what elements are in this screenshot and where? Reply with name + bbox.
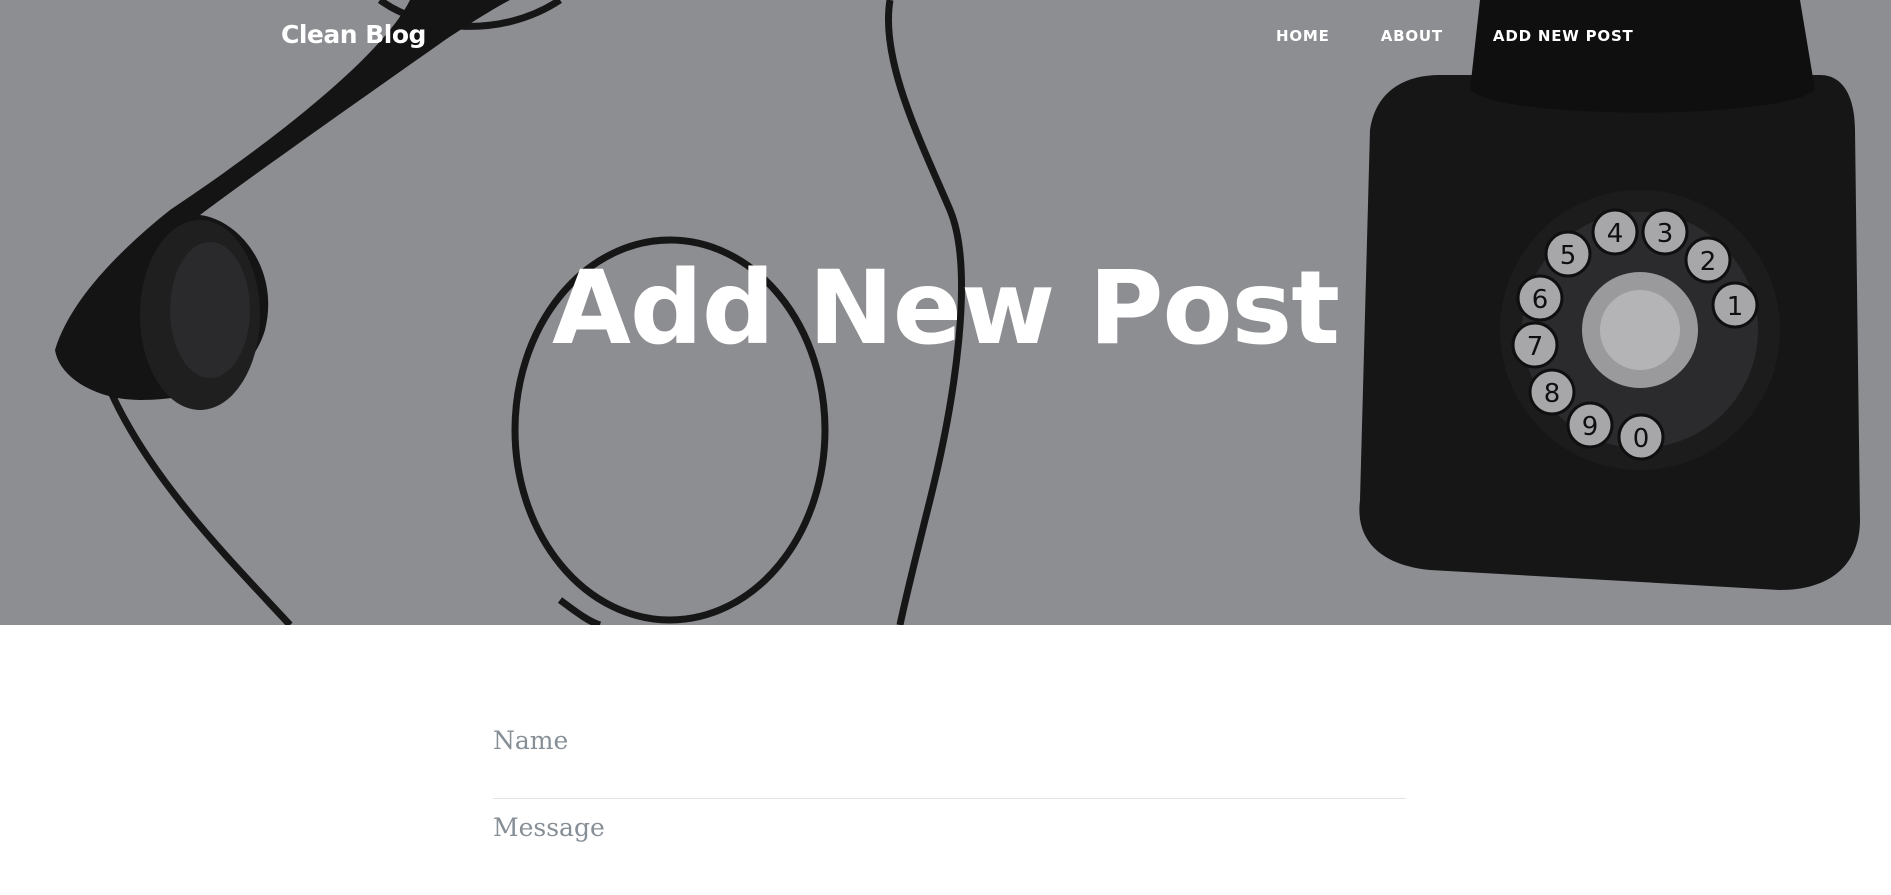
name-field-group (493, 625, 1406, 799)
main-content (0, 625, 1891, 895)
svg-text:0: 0 (1633, 424, 1650, 454)
svg-text:9: 9 (1582, 412, 1599, 442)
new-post-form (493, 625, 1406, 895)
svg-text:3: 3 (1657, 219, 1674, 249)
message-field-group (493, 799, 1406, 895)
navbar: Clean Blog HOME ABOUT ADD NEW POST (0, 0, 1891, 74)
nav-item-about: ABOUT (1381, 27, 1493, 46)
brand-logo-link[interactable]: Clean Blog (281, 20, 426, 49)
name-input[interactable] (493, 720, 1406, 760)
nav-link-add-new-post[interactable]: ADD NEW POST (1493, 27, 1634, 45)
nav-link-home[interactable]: HOME (1276, 27, 1330, 45)
nav-links: HOME ABOUT ADD NEW POST (1276, 27, 1634, 46)
nav-item-home: HOME (1276, 27, 1381, 46)
page-title: Add New Post (551, 249, 1340, 368)
masthead: 1 2 3 4 5 6 7 8 9 0 Clean Blog HOME ABOU… (0, 0, 1891, 625)
nav-item-add-new-post: ADD NEW POST (1493, 27, 1634, 46)
svg-text:4: 4 (1607, 219, 1624, 249)
message-textarea[interactable] (493, 803, 1406, 863)
svg-text:8: 8 (1544, 379, 1561, 409)
nav-link-about[interactable]: ABOUT (1381, 27, 1443, 45)
